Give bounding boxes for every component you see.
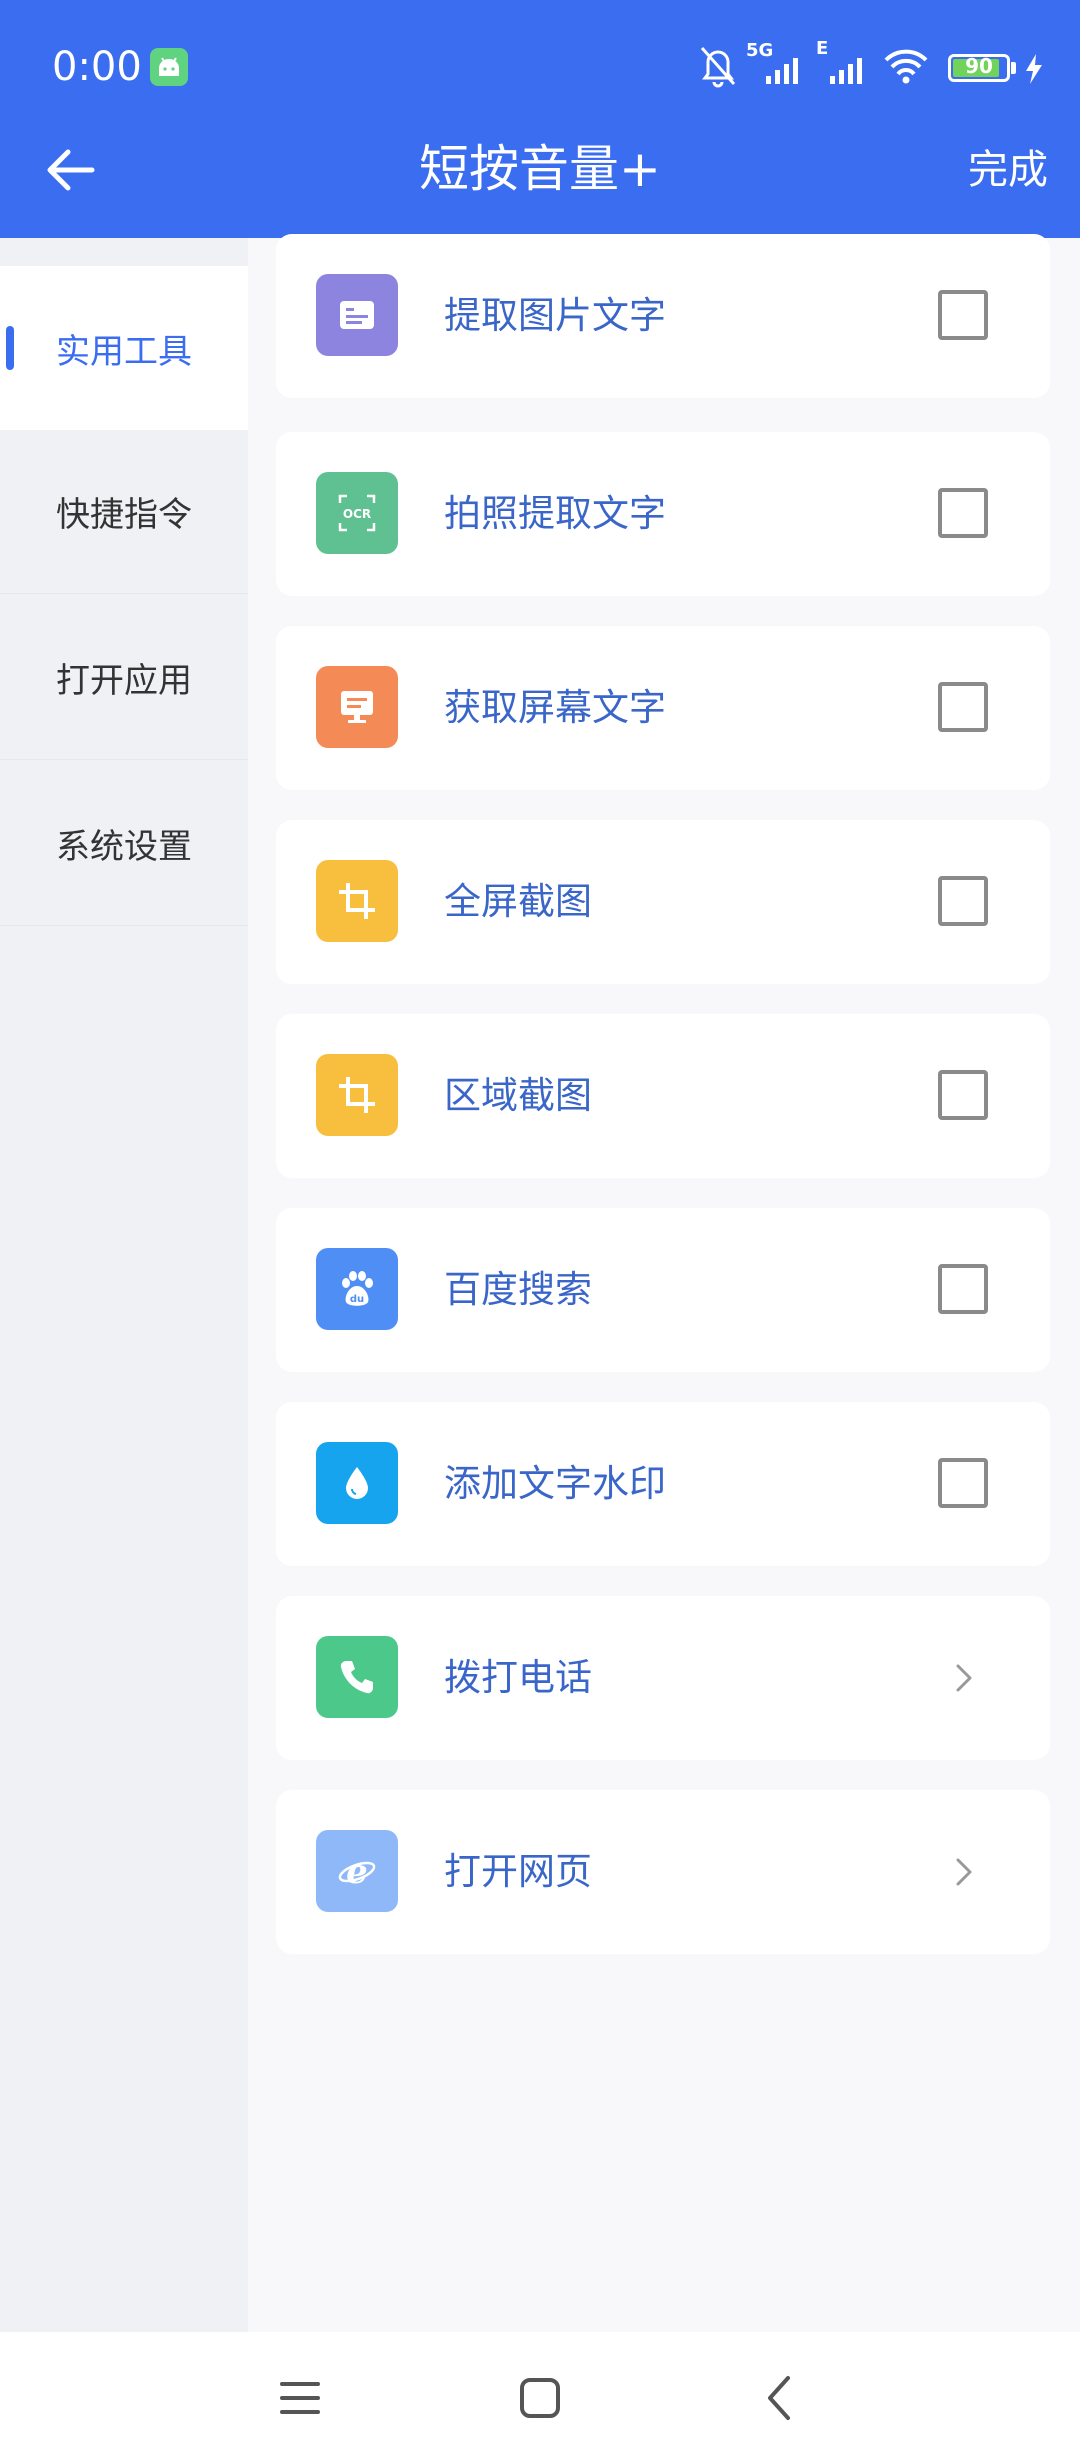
action-card-extract-image-text[interactable]: 提取图片文字 <box>276 234 1050 398</box>
home-icon[interactable] <box>510 2368 570 2428</box>
sidebar-item-label: 系统设置 <box>56 827 192 867</box>
action-label: 区域截图 <box>444 1074 592 1117</box>
svg-text:du: du <box>350 1294 364 1305</box>
page-title: 短按音量+ <box>419 140 661 198</box>
category-sidebar: 实用工具 快捷指令 打开应用 系统设置 <box>0 238 248 2332</box>
system-nav-bar <box>0 2332 1080 2460</box>
signal-icon: 5G <box>746 40 814 88</box>
action-card-open-webpage[interactable]: e 打开网页 <box>276 1790 1050 1954</box>
image-text-icon <box>316 274 398 356</box>
action-label: 拨打电话 <box>444 1656 592 1699</box>
action-checkbox[interactable] <box>938 488 988 538</box>
charging-icon <box>1026 54 1042 84</box>
svg-text:OCR: OCR <box>343 507 371 521</box>
action-checkbox[interactable] <box>938 1458 988 1508</box>
back-icon[interactable] <box>750 2368 810 2428</box>
action-card-make-call[interactable]: 拨打电话 <box>276 1596 1050 1760</box>
sidebar-item-shortcuts[interactable]: 快捷指令 <box>0 430 248 594</box>
signal-icon: E <box>816 38 878 88</box>
action-card-baidu-search[interactable]: du 百度搜索 <box>276 1208 1050 1372</box>
action-checkbox[interactable] <box>938 1070 988 1120</box>
action-checkbox[interactable] <box>938 1264 988 1314</box>
action-card-region-screenshot[interactable]: 区域截图 <box>276 1014 1050 1178</box>
mute-bell-icon <box>700 47 736 88</box>
water-drop-icon <box>316 1442 398 1524</box>
ocr-icon: OCR <box>316 472 398 554</box>
screen-text-icon <box>316 666 398 748</box>
sidebar-item-system-settings[interactable]: 系统设置 <box>0 762 248 926</box>
action-checkbox[interactable] <box>938 290 988 340</box>
header-bar: 0:00 5G E 90 短按音量+ 完成 <box>0 0 1080 238</box>
browser-e-icon: e <box>316 1830 398 1912</box>
action-card-text-watermark[interactable]: 添加文字水印 <box>276 1402 1050 1566</box>
chevron-right-icon <box>956 1664 972 1692</box>
svg-text:e: e <box>346 1852 368 1891</box>
action-card-photo-ocr[interactable]: OCR 拍照提取文字 <box>276 432 1050 596</box>
android-icon <box>150 48 188 86</box>
action-checkbox[interactable] <box>938 876 988 926</box>
crop-icon <box>316 860 398 942</box>
sidebar-item-utility-tools[interactable]: 实用工具 <box>0 266 248 430</box>
sidebar-item-label: 打开应用 <box>56 661 192 701</box>
action-card-fullscreen-screenshot[interactable]: 全屏截图 <box>276 820 1050 984</box>
sidebar-item-label: 快捷指令 <box>56 495 192 535</box>
battery-percent: 90 <box>965 54 993 78</box>
battery-icon: 90 <box>948 44 1018 90</box>
crop-icon <box>316 1054 398 1136</box>
chevron-right-icon <box>956 1858 972 1886</box>
baidu-paw-icon: du <box>316 1248 398 1330</box>
sidebar-item-label: 实用工具 <box>56 331 192 372</box>
action-label: 打开网页 <box>444 1850 592 1893</box>
sidebar-item-open-app[interactable]: 打开应用 <box>0 596 248 760</box>
action-label: 获取屏幕文字 <box>444 686 666 729</box>
action-checkbox[interactable] <box>938 682 988 732</box>
menu-icon[interactable] <box>270 2368 330 2428</box>
action-label: 添加文字水印 <box>444 1462 666 1505</box>
wifi-icon <box>884 49 928 84</box>
action-label: 全屏截图 <box>444 880 592 923</box>
phone-icon <box>316 1636 398 1718</box>
action-label: 提取图片文字 <box>444 294 666 337</box>
action-label: 拍照提取文字 <box>444 492 666 535</box>
action-card-screen-text[interactable]: 获取屏幕文字 <box>276 626 1050 790</box>
action-list: 提取图片文字 OCR 拍照提取文字 获取屏幕文字 全屏截图 区域截图 du 百度… <box>248 234 1080 2332</box>
done-button[interactable]: 完成 <box>968 142 1048 198</box>
action-label: 百度搜索 <box>444 1268 592 1311</box>
status-time: 0:00 <box>52 44 142 90</box>
active-indicator <box>6 326 14 370</box>
